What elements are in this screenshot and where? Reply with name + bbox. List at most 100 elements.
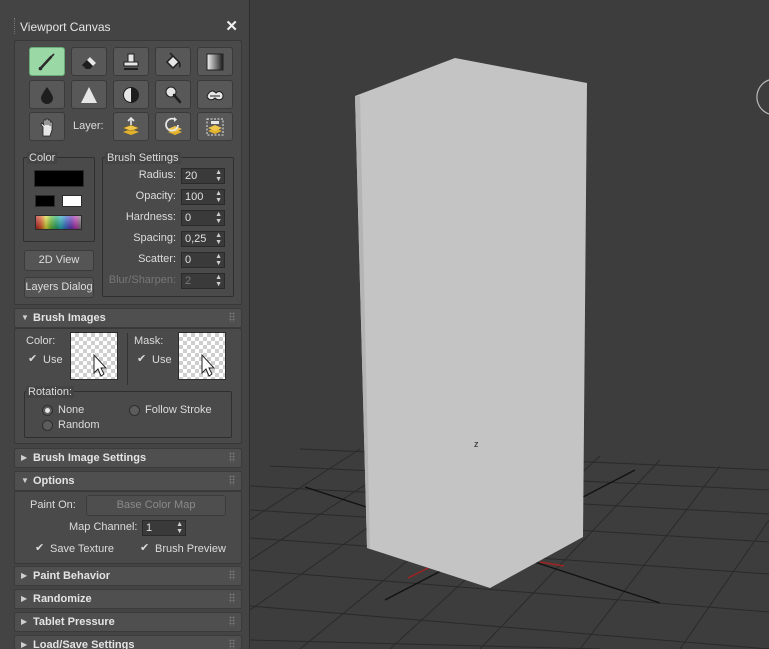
spinner-arrows-icon[interactable]: ▲ ▼	[215, 169, 222, 183]
brush-preview-checkbox[interactable]: ✔	[140, 543, 151, 554]
layers-dialog-button[interactable]: Layers Dialog	[24, 277, 94, 298]
expand-triangle-icon: ▶	[21, 617, 28, 626]
layer-add-icon	[122, 116, 140, 135]
drag-handle-icon[interactable]	[229, 312, 235, 322]
opacity-label: Opacity:	[135, 190, 176, 202]
smudge-tool-button[interactable]	[197, 80, 233, 109]
rotation-follow-stroke-radio[interactable]	[129, 405, 140, 416]
sharpen-triangle-icon	[81, 86, 97, 103]
spinner-arrows-icon[interactable]: ▲ ▼	[215, 253, 222, 267]
rollout-brush-image-settings[interactable]: ▶ Brush Image Settings	[14, 448, 242, 468]
title-grip[interactable]	[14, 18, 16, 34]
drag-handle-icon[interactable]	[229, 616, 235, 626]
view-cube-edge[interactable]	[756, 79, 769, 115]
spacing-spinner[interactable]: 0,25 ▲ ▼	[181, 231, 225, 247]
pivot-gizmo-label: z	[474, 439, 479, 449]
scene-canvas[interactable]: z	[250, 0, 769, 649]
eraser-tool-button[interactable]	[71, 47, 107, 76]
secondary-white-swatch[interactable]	[62, 195, 82, 207]
color-use-checkbox[interactable]: ✔	[28, 354, 39, 365]
radius-label: Radius:	[138, 169, 176, 181]
color-group-title: Color	[27, 152, 58, 164]
rollout-brush-images[interactable]: ▼ Brush Images	[14, 308, 242, 328]
sharpen-tool-button[interactable]	[71, 80, 107, 109]
color-use-label: Use	[43, 354, 63, 366]
save-texture-checkbox[interactable]: ✔	[35, 543, 46, 554]
rotation-follow-stroke-label: Follow Stroke	[145, 404, 212, 416]
drag-handle-icon[interactable]	[229, 570, 235, 580]
scatter-spinner[interactable]: 0 ▲ ▼	[181, 252, 225, 268]
box-object[interactable]	[355, 58, 587, 588]
paint-on-label: Paint On:	[30, 499, 76, 511]
color-image-label: Color:	[26, 335, 56, 347]
pan-hand-icon	[40, 118, 53, 136]
primary-color-swatch[interactable]	[34, 170, 84, 187]
blur-sharpen-label: Blur/Sharpen:	[108, 274, 176, 286]
scatter-value: 0	[185, 254, 192, 266]
blur-sharpen-value: 2	[185, 275, 192, 287]
opacity-spinner[interactable]: 100 ▲ ▼	[181, 189, 225, 205]
drag-handle-icon[interactable]	[229, 639, 235, 649]
2d-view-button[interactable]: 2D View	[24, 250, 94, 271]
contrast-tool-button[interactable]	[113, 80, 149, 109]
spinner-arrows-icon[interactable]: ▲ ▼	[176, 521, 183, 535]
spinner-arrows-icon[interactable]: ▲ ▼	[215, 232, 222, 246]
color-palette-grid[interactable]	[35, 215, 82, 230]
rollout-paint-behavior[interactable]: ▶ Paint Behavior	[14, 566, 242, 586]
collapse-triangle-icon: ▼	[21, 313, 29, 322]
radius-spinner[interactable]: 20 ▲ ▼	[181, 168, 225, 184]
drag-handle-icon[interactable]	[229, 593, 235, 603]
paint-brush-tool-button[interactable]	[29, 47, 65, 76]
drag-handle-icon[interactable]	[229, 452, 235, 462]
rotation-none-radio[interactable]	[42, 405, 53, 416]
cursor-arrow-icon	[201, 353, 216, 377]
rollout-tablet-pressure[interactable]: ▶ Tablet Pressure	[14, 612, 242, 632]
rollout-load-save-settings[interactable]: ▶ Load/Save Settings	[14, 635, 242, 649]
color-brush-image-preview[interactable]	[70, 332, 118, 380]
panel-title-bar[interactable]: Viewport Canvas ✕	[8, 12, 248, 40]
collapse-triangle-icon: ▼	[21, 476, 29, 485]
brush-preview-label: Brush Preview	[155, 543, 226, 555]
secondary-black-swatch[interactable]	[35, 195, 55, 207]
dodge-burn-tool-button[interactable]	[155, 80, 191, 109]
rollout-randomize-title: Randomize	[33, 593, 92, 605]
close-button[interactable]: ✕	[225, 17, 238, 35]
mask-use-label: Use	[152, 354, 172, 366]
mask-use-checkbox[interactable]: ✔	[137, 354, 148, 365]
gradient-icon	[206, 53, 224, 70]
rollout-load-save-title: Load/Save Settings	[33, 639, 135, 649]
pan-hand-tool-button[interactable]	[29, 112, 65, 141]
rollout-paint-behavior-title: Paint Behavior	[33, 570, 111, 582]
spacing-label: Spacing:	[133, 232, 176, 244]
drag-handle-icon[interactable]	[229, 475, 235, 485]
brush-images-divider	[127, 333, 128, 385]
fill-bucket-tool-button[interactable]	[155, 47, 191, 76]
expand-triangle-icon: ▶	[21, 640, 28, 649]
rollout-randomize[interactable]: ▶ Randomize	[14, 589, 242, 609]
scatter-label: Scatter:	[138, 253, 176, 265]
rollout-brush-image-settings-title: Brush Image Settings	[33, 452, 147, 464]
mask-brush-image-preview[interactable]	[178, 332, 226, 380]
blur-sharpen-spinner: 2 ▲ ▼	[181, 273, 225, 289]
gradient-tool-button[interactable]	[197, 47, 233, 76]
hardness-spinner[interactable]: 0 ▲ ▼	[181, 210, 225, 226]
spinner-arrows-icon[interactable]: ▲ ▼	[215, 190, 222, 204]
panel-title: Viewport Canvas	[20, 20, 111, 34]
spacing-value: 0,25	[185, 233, 207, 245]
viewport[interactable]: z	[250, 0, 769, 649]
blur-tool-button[interactable]	[29, 80, 65, 109]
cursor-arrow-icon	[93, 353, 108, 377]
layer-refresh-button[interactable]	[155, 112, 191, 141]
map-channel-spinner[interactable]: 1 ▲ ▼	[142, 520, 186, 536]
rollout-brush-images-title: Brush Images	[33, 312, 106, 324]
clone-stamp-tool-button[interactable]	[113, 47, 149, 76]
spinner-arrows-icon[interactable]: ▲ ▼	[215, 211, 222, 225]
layer-properties-button[interactable]	[197, 112, 233, 141]
layer-refresh-icon	[165, 116, 182, 135]
rollout-options[interactable]: ▼ Options	[14, 471, 242, 491]
rotation-random-radio[interactable]	[42, 420, 53, 431]
layer-add-button[interactable]	[113, 112, 149, 141]
fill-bucket-icon	[165, 51, 181, 69]
map-channel-label: Map Channel:	[69, 521, 138, 533]
rotation-none-label: None	[58, 404, 85, 416]
